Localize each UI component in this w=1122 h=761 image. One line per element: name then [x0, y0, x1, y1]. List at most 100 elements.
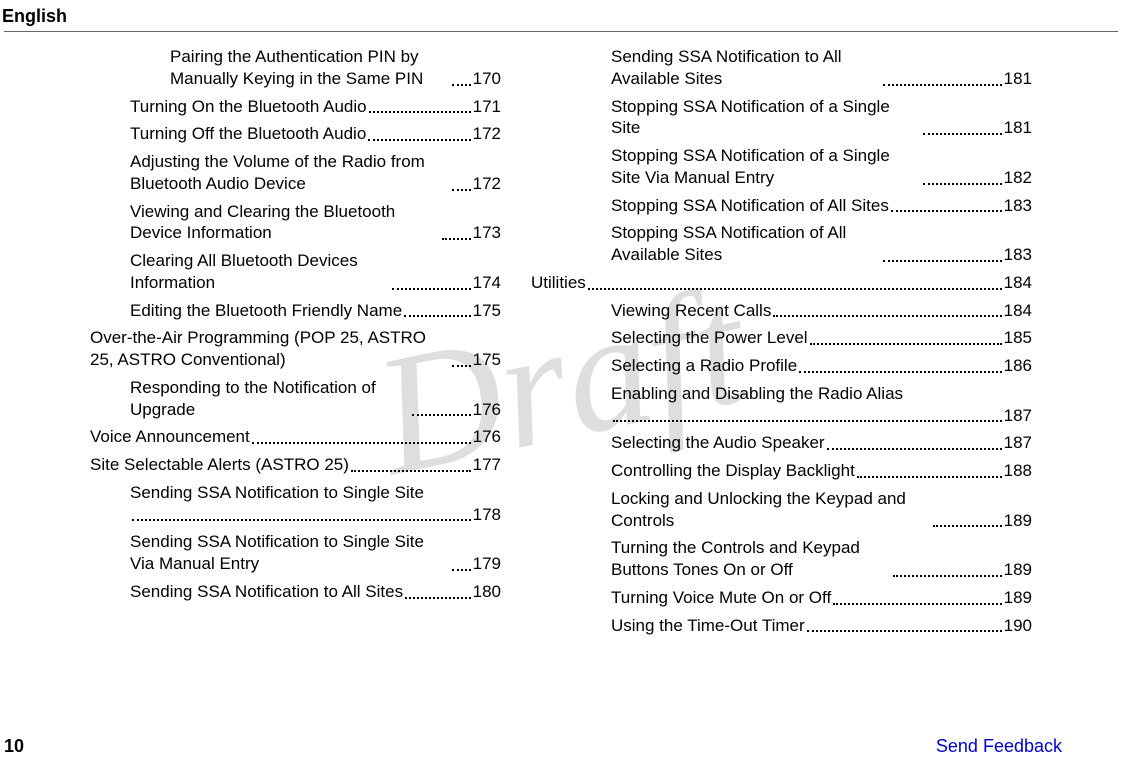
toc-page: 179	[473, 553, 501, 575]
toc-columns: Pairing the Authentication PIN by Manual…	[0, 46, 1122, 642]
toc-text: Stopping SSA Notification of a Single Si…	[611, 96, 921, 140]
toc-entry[interactable]: Selecting the Power Level185	[611, 327, 1032, 349]
toc-page: 182	[1004, 167, 1032, 189]
toc-text: Sending SSA Notification to Single Site	[130, 482, 501, 504]
toc-page: 189	[1004, 510, 1032, 532]
header-divider	[4, 31, 1118, 32]
toc-entry[interactable]: Voice Announcement 176	[90, 426, 501, 448]
toc-leader-dots	[807, 630, 1002, 632]
toc-leader-dots	[857, 476, 1002, 478]
toc-text: Clearing All Bluetooth Devices Informati…	[130, 250, 390, 294]
toc-entry[interactable]: Turning the Controls and Keypad Buttons …	[611, 537, 1032, 581]
toc-entry[interactable]: Clearing All Bluetooth Devices Informati…	[130, 250, 501, 294]
toc-text: Site Selectable Alerts (ASTRO 25)	[90, 454, 349, 476]
toc-text: Viewing and Clearing the Bluetooth Devic…	[130, 201, 440, 245]
toc-text: Selecting the Audio Speaker	[611, 432, 825, 454]
toc-leader-dots	[799, 371, 1001, 373]
toc-page: 180	[473, 581, 501, 603]
toc-leader-dots	[452, 189, 471, 191]
toc-leader-dots	[368, 139, 470, 141]
toc-page: 181	[1004, 68, 1032, 90]
toc-text: Utilities	[531, 272, 586, 294]
toc-leader-dots	[132, 519, 471, 521]
toc-leader-dots	[351, 470, 471, 472]
toc-leader-dots	[588, 288, 1002, 290]
page-number: 10	[4, 736, 24, 757]
toc-entry[interactable]: Stopping SSA Notification of All Availab…	[611, 222, 1032, 266]
toc-entry[interactable]: Controlling the Display Backlight188	[611, 460, 1032, 482]
toc-page: 177	[473, 454, 501, 476]
toc-text: Turning Voice Mute On or Off	[611, 587, 831, 609]
toc-entry[interactable]: Turning On the Bluetooth Audio171	[130, 96, 501, 118]
toc-text: Voice Announcement	[90, 426, 250, 448]
page-footer: 10 Send Feedback	[0, 736, 1122, 757]
toc-entry[interactable]: Over-the-Air Programming (POP 25, ASTRO …	[90, 327, 501, 371]
toc-page: 183	[1004, 244, 1032, 266]
toc-leader-dots	[833, 603, 1001, 605]
toc-text: Pairing the Authentication PIN by Manual…	[170, 46, 450, 90]
toc-page: 175	[473, 300, 501, 322]
toc-entry[interactable]: Stopping SSA Notification of a Single Si…	[611, 145, 1032, 189]
toc-entry[interactable]: Using the Time-Out Timer190	[611, 615, 1032, 637]
toc-entry[interactable]: Adjusting the Volume of the Radio from B…	[130, 151, 501, 195]
toc-page: 172	[473, 173, 501, 195]
toc-page: 189	[1004, 559, 1032, 581]
toc-leader-dots	[923, 133, 1002, 135]
toc-text: Using the Time-Out Timer	[611, 615, 805, 637]
toc-entry[interactable]: Sending SSA Notification to Single Site …	[130, 482, 501, 526]
toc-leader-dots	[392, 288, 471, 290]
toc-entry[interactable]: Editing the Bluetooth Friendly Name175	[130, 300, 501, 322]
toc-text: Sending SSA Notification to All Availabl…	[611, 46, 881, 90]
send-feedback-link[interactable]: Send Feedback	[936, 736, 1062, 757]
toc-page: 178	[473, 504, 501, 526]
toc-leader-dots	[405, 597, 471, 599]
toc-page: 171	[473, 96, 501, 118]
toc-entry[interactable]: Stopping SSA Notification of a Single Si…	[611, 96, 1032, 140]
toc-entry[interactable]: Locking and Unlocking the Keypad and Con…	[611, 488, 1032, 532]
toc-page: 174	[473, 272, 501, 294]
toc-page: 176	[473, 399, 501, 421]
toc-entry[interactable]: Sending SSA Notification to All Sites180	[130, 581, 501, 603]
toc-page: 187	[1004, 432, 1032, 454]
toc-page: 176	[473, 426, 501, 448]
toc-entry[interactable]: Turning Off the Bluetooth Audio 172	[130, 123, 501, 145]
toc-text: Locking and Unlocking the Keypad and Con…	[611, 488, 931, 532]
toc-entry[interactable]: Utilities184	[531, 272, 1032, 294]
toc-leader-dots	[613, 420, 1002, 422]
toc-text: Stopping SSA Notification of a Single Si…	[611, 145, 921, 189]
toc-leader-dots	[883, 84, 1002, 86]
toc-entry[interactable]: Site Selectable Alerts (ASTRO 25) 177	[90, 454, 501, 476]
toc-entry[interactable]: Enabling and Disabling the Radio Alias 1…	[611, 383, 1032, 427]
toc-text: Stopping SSA Notification of All Sites	[611, 195, 889, 217]
toc-text: Selecting a Radio Profile	[611, 355, 797, 377]
toc-entry[interactable]: Sending SSA Notification to Single Site …	[130, 531, 501, 575]
toc-column-right: Sending SSA Notification to All Availabl…	[561, 46, 1032, 642]
toc-leader-dots	[810, 343, 1002, 345]
toc-entry[interactable]: Viewing Recent Calls184	[611, 300, 1032, 322]
toc-leader-dots	[369, 111, 471, 113]
toc-page: 187	[1004, 405, 1032, 427]
toc-text: Adjusting the Volume of the Radio from B…	[130, 151, 450, 195]
toc-leader-dots	[923, 183, 1002, 185]
toc-text: Responding to the Notification of Upgrad…	[130, 377, 410, 421]
toc-leader-dots	[452, 569, 471, 571]
toc-page: 188	[1004, 460, 1032, 482]
toc-entry[interactable]: Responding to the Notification of Upgrad…	[130, 377, 501, 421]
toc-entry[interactable]: Turning Voice Mute On or Off 189	[611, 587, 1032, 609]
toc-page: 175	[473, 349, 501, 371]
toc-entry[interactable]: Selecting a Radio Profile186	[611, 355, 1032, 377]
toc-entry[interactable]: Viewing and Clearing the Bluetooth Devic…	[130, 201, 501, 245]
toc-page: 183	[1004, 195, 1032, 217]
toc-text: Sending SSA Notification to Single Site …	[130, 531, 450, 575]
toc-entry[interactable]: Stopping SSA Notification of All Sites 18…	[611, 195, 1032, 217]
toc-text: Over-the-Air Programming (POP 25, ASTRO …	[90, 327, 450, 371]
toc-page: 172	[473, 123, 501, 145]
toc-entry[interactable]: Pairing the Authentication PIN by Manual…	[170, 46, 501, 90]
toc-entry[interactable]: Sending SSA Notification to All Availabl…	[611, 46, 1032, 90]
toc-text: Turning Off the Bluetooth Audio	[130, 123, 366, 145]
toc-leader-dots	[773, 315, 1001, 317]
toc-page: 173	[473, 222, 501, 244]
toc-leader-dots	[891, 210, 1002, 212]
toc-entry[interactable]: Selecting the Audio Speaker 187	[611, 432, 1032, 454]
toc-page: 189	[1004, 587, 1032, 609]
